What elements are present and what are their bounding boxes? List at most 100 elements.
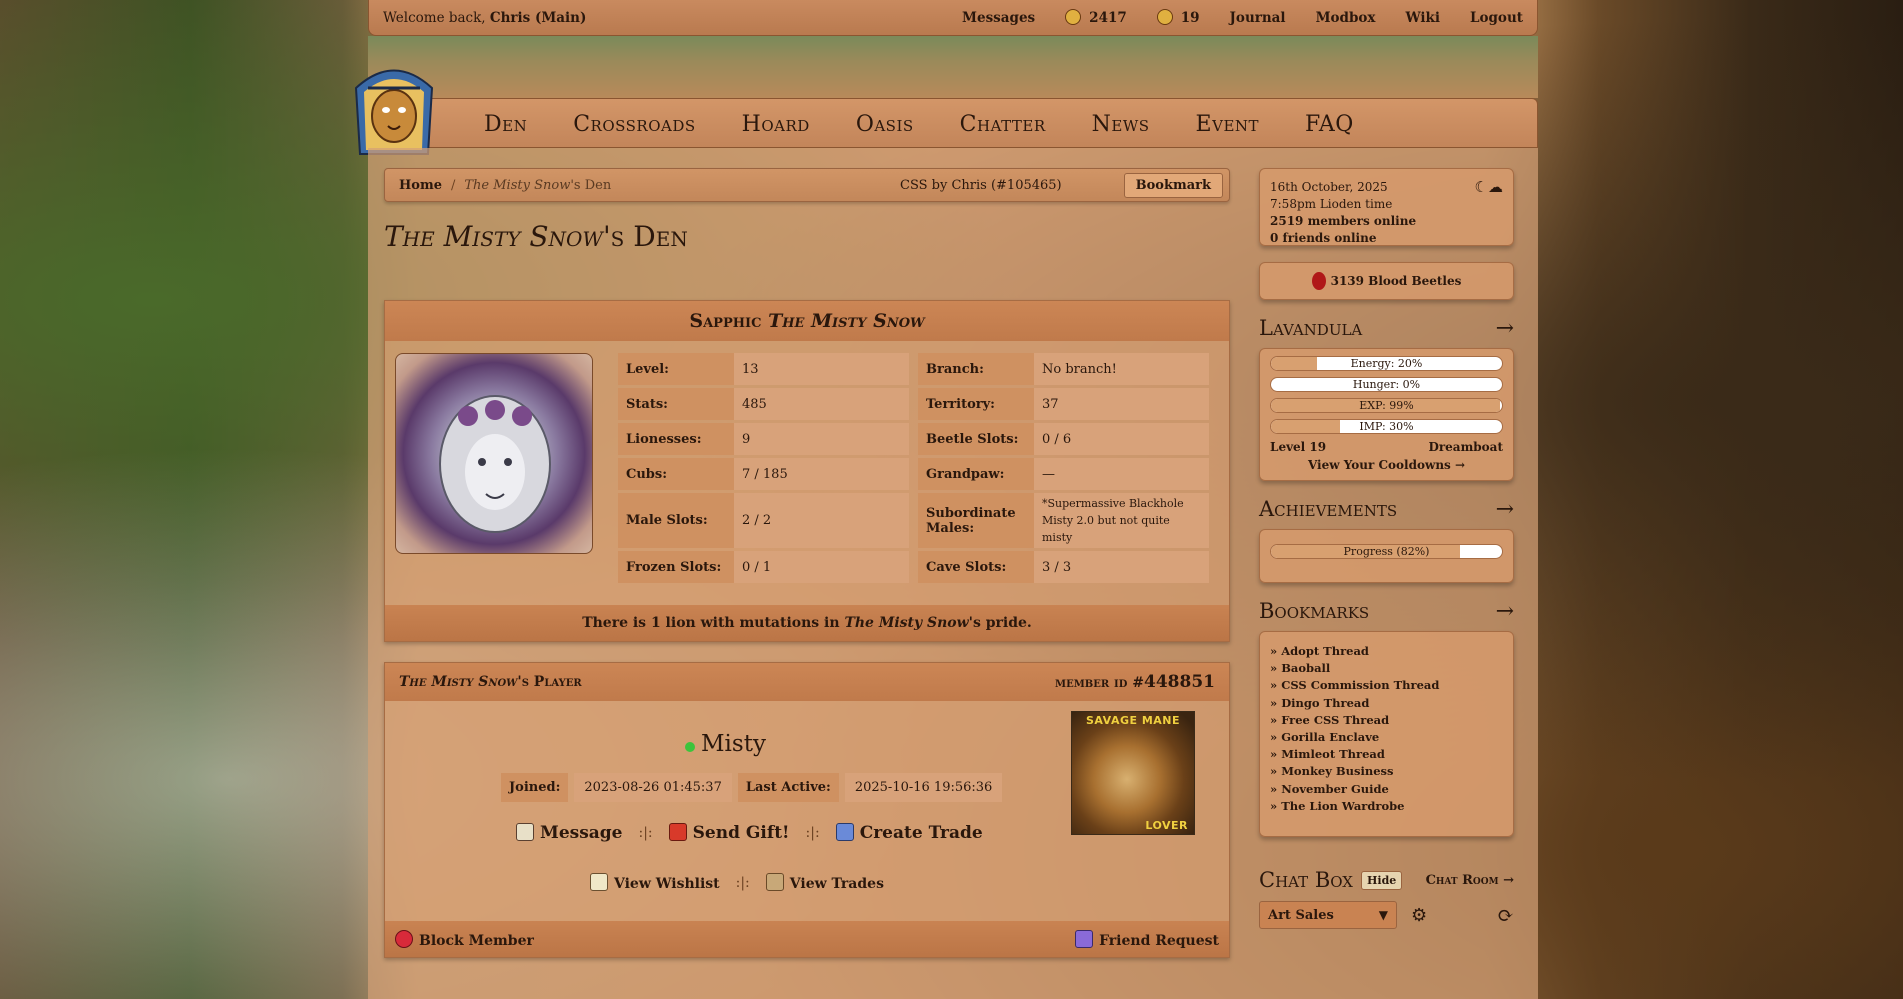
achievements-box: Progress (82%) xyxy=(1259,529,1514,583)
action-separator: :|: xyxy=(735,874,750,891)
cooldowns-link[interactable]: View Your Cooldowns → xyxy=(1270,458,1503,472)
stat-label: Subordinate Males: xyxy=(918,493,1034,548)
lion-level: Level 19 xyxy=(1270,440,1327,454)
messages-link[interactable]: Messages xyxy=(962,10,1035,26)
online-status-icon xyxy=(685,742,695,752)
send-gift-label: Send Gift! xyxy=(692,823,790,843)
stat-value: No branch! xyxy=(1034,353,1209,385)
mutation-text-name: The Misty Snow xyxy=(844,615,969,631)
nav-news[interactable]: News xyxy=(1092,112,1150,137)
chat-hide-button[interactable]: Hide xyxy=(1361,870,1403,890)
logout-link[interactable]: Logout xyxy=(1470,10,1523,26)
main-nav: Den Crossroads Hoard Oasis Chatter News … xyxy=(368,98,1538,148)
create-trade-button[interactable]: Create Trade xyxy=(835,823,983,843)
nav-faq[interactable]: FAQ xyxy=(1305,112,1354,137)
chat-channel-select[interactable]: Art Sales ▼ xyxy=(1259,901,1397,929)
refresh-icon[interactable]: ⟳ xyxy=(1497,903,1514,927)
breadcrumb-current: The Misty Snow's Den xyxy=(464,178,611,193)
friend-request-button[interactable]: Friend Request xyxy=(1075,929,1219,949)
members-online: 2519 members online xyxy=(1270,214,1417,228)
bookmarks-arrow-icon[interactable]: → xyxy=(1496,599,1514,624)
stat-level: Level: 13 xyxy=(618,353,909,385)
stat-value: 13 xyxy=(734,353,909,385)
bookmarks-list: » Adopt Thread » Baoball » CSS Commissio… xyxy=(1259,631,1514,837)
site-logo[interactable] xyxy=(346,58,442,160)
journal-link[interactable]: Journal xyxy=(1230,10,1286,26)
message-button[interactable]: Message xyxy=(516,823,623,843)
view-trades-label: View Trades xyxy=(789,876,884,892)
stat-subordinate-males: Subordinate Males: *Supermassive Blackhol… xyxy=(918,493,1209,548)
achievements-title[interactable]: Achievements xyxy=(1259,497,1397,521)
send-gift-button[interactable]: Send Gift! xyxy=(668,823,790,843)
currency-gb[interactable]: 19 xyxy=(1156,9,1200,26)
stat-value[interactable]: *Supermassive Blackhole Misty 2.0 but no… xyxy=(1034,493,1209,548)
bookmark-item[interactable]: » The Lion Wardrobe xyxy=(1270,798,1503,815)
stat-value: 485 xyxy=(734,388,909,420)
modbox-link[interactable]: Modbox xyxy=(1316,10,1376,26)
bookmarks-title[interactable]: Bookmarks xyxy=(1259,599,1369,623)
stat-value: 0 / 6 xyxy=(1034,423,1209,455)
block-member-button[interactable]: Block Member xyxy=(395,929,534,949)
achievements-arrow-icon[interactable]: → xyxy=(1496,497,1514,522)
envelope-icon xyxy=(516,823,534,841)
current-date: 16th October, 2025 xyxy=(1270,180,1388,194)
lion-name[interactable]: Lavandula xyxy=(1259,316,1362,340)
view-wishlist-button[interactable]: View Wishlist xyxy=(590,873,720,892)
mutation-notice: There is 1 lion with mutations in The Mi… xyxy=(385,605,1229,641)
stat-stats: Stats: 485 xyxy=(618,388,909,420)
username-link[interactable]: Chris (Main) xyxy=(490,10,587,26)
bookmark-item[interactable]: » November Guide xyxy=(1270,781,1503,798)
stat-value: 2 / 2 xyxy=(734,493,909,548)
blood-beetles-box[interactable]: 3139 Blood Beetles xyxy=(1259,262,1514,300)
beetle-icon xyxy=(1311,272,1326,290)
breadcrumb-home[interactable]: Home xyxy=(399,178,442,193)
chat-room-link[interactable]: Chat Room → xyxy=(1426,873,1514,888)
bookmark-item[interactable]: » CSS Commission Thread xyxy=(1270,677,1503,694)
imp-bar: IMP: 30% xyxy=(1270,419,1503,434)
pride-panel: Sapphic The Misty Snow Level: 13 Branch:… xyxy=(384,300,1230,642)
bookmark-item[interactable]: » Adopt Thread xyxy=(1270,643,1503,660)
page-title: The Misty Snow's Den xyxy=(384,220,1230,300)
bookmark-item[interactable]: » Baoball xyxy=(1270,660,1503,677)
bookmark-item[interactable]: » Gorilla Enclave xyxy=(1270,729,1503,746)
nav-den[interactable]: Den xyxy=(484,112,527,137)
view-trades-button[interactable]: View Trades xyxy=(765,873,884,892)
stat-label: Cubs: xyxy=(618,458,734,490)
mutation-text-post: 's pride. xyxy=(968,615,1032,631)
pride-header-name: The Misty Snow xyxy=(768,310,925,332)
gear-icon[interactable]: ⚙ xyxy=(1411,905,1427,926)
bookmark-item[interactable]: » Dingo Thread xyxy=(1270,695,1503,712)
bookmark-button[interactable]: Bookmark xyxy=(1123,172,1223,198)
nav-chatter[interactable]: Chatter xyxy=(960,112,1046,137)
stat-label: Male Slots: xyxy=(618,493,734,548)
player-footer: Block Member Friend Request xyxy=(385,921,1229,957)
stat-label: Grandpaw: xyxy=(918,458,1034,490)
stat-grandpaw: Grandpaw: — xyxy=(918,458,1209,490)
gift-icon xyxy=(668,823,687,841)
main-area: Home / The Misty Snow's Den CSS by Chris… xyxy=(368,148,1538,999)
pride-lion-avatar[interactable] xyxy=(395,353,593,554)
nav-hoard[interactable]: Hoard xyxy=(742,112,810,137)
bookmark-item[interactable]: » Mimleot Thread xyxy=(1270,746,1503,763)
stat-label: Level: xyxy=(618,353,734,385)
lion-arrow-icon[interactable]: → xyxy=(1496,316,1514,341)
energy-label: Energy: 20% xyxy=(1350,357,1423,370)
bookmark-item[interactable]: » Monkey Business xyxy=(1270,763,1503,780)
player-header: The Misty Snow's Player member id #44885… xyxy=(385,663,1229,701)
nav-oasis[interactable]: Oasis xyxy=(856,112,914,137)
nav-event[interactable]: Event xyxy=(1196,112,1259,137)
stat-cubs: Cubs: 7 / 185 xyxy=(618,458,909,490)
currency-sb[interactable]: 2417 xyxy=(1065,9,1127,26)
stat-value: 37 xyxy=(1034,388,1209,420)
weather-icon: ☾☁ xyxy=(1474,178,1503,196)
stat-value: 0 / 1 xyxy=(734,551,909,583)
savage-mane-lover-badge[interactable]: SAVAGE MANE LOVER xyxy=(1071,711,1195,835)
nav-crossroads[interactable]: Crossroads xyxy=(573,112,695,137)
wishlist-icon xyxy=(590,873,608,891)
member-id: member id #448851 xyxy=(1055,672,1215,692)
wiki-link[interactable]: Wiki xyxy=(1405,10,1440,26)
bookmark-item[interactable]: » Free CSS Thread xyxy=(1270,712,1503,729)
player-actions: Message :|: Send Gift! :|: Create Trade xyxy=(516,823,983,843)
trade-icon xyxy=(835,823,854,841)
stat-cave-slots: Cave Slots: 3 / 3 xyxy=(918,551,1209,583)
